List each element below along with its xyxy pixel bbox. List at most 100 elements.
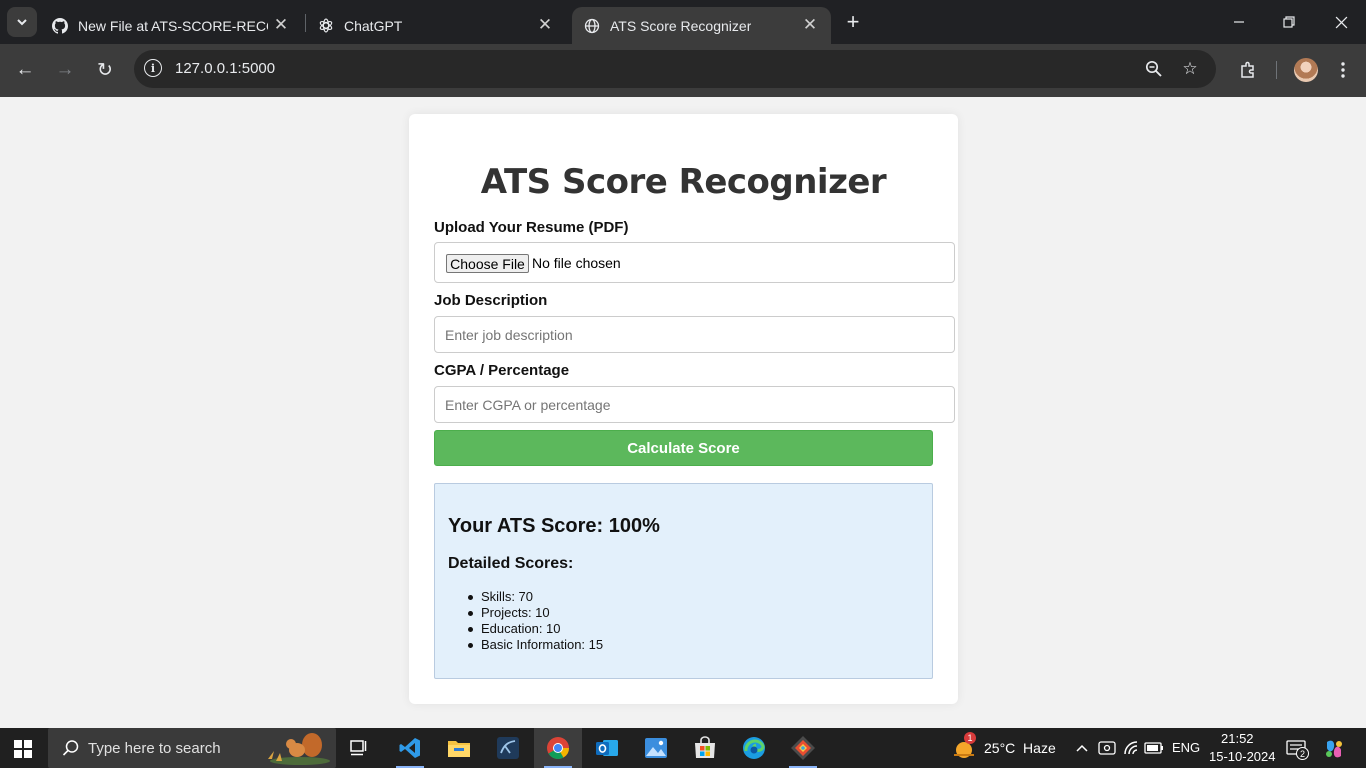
vscode-icon [399,738,420,758]
outlook-icon [596,740,618,756]
list-item: Skills: 70 [448,589,603,605]
new-tab-button[interactable]: + [840,9,866,35]
extensions-icon[interactable] [1234,56,1262,84]
windows-taskbar: Type here to search 1 25°C Haze ENG 21:5… [0,728,1366,768]
tab-github[interactable]: New File at ATS-SCORE-RECOGI ✕ [44,7,302,44]
cgpa-label: CGPA / Percentage [434,362,570,379]
chevron-up-icon[interactable] [1072,738,1092,758]
taskbar-edge[interactable] [730,728,778,768]
restore-icon [1283,16,1295,28]
tab-title: New File at ATS-SCORE-RECOGI [78,17,268,34]
taskbar-git-app[interactable] [779,728,827,768]
minimize-icon [1234,21,1244,23]
job-description-label: Job Description [434,292,548,309]
taskbar-microsoft-store[interactable] [681,728,729,768]
arrow-left-icon: ← [15,59,35,80]
page-title: ATS Score Recognizer [480,162,887,202]
choose-file-button[interactable]: Choose File [446,254,529,273]
taskbar-vscode[interactable] [386,728,434,768]
calculate-score-button[interactable]: Calculate Score [434,430,933,466]
chevron-down-icon [17,19,27,26]
task-view-icon [350,740,367,756]
address-bar[interactable]: i 127.0.0.1:5000 ☆ [134,50,1216,88]
notification-icon[interactable]: 2 [1284,737,1309,761]
close-icon [1335,16,1347,28]
tab-ats-score[interactable]: ATS Score Recognizer ✕ [572,7,831,44]
close-icon[interactable]: ✕ [536,15,554,34]
taskbar-mysql-workbench[interactable] [484,728,532,768]
taskbar-photos[interactable] [632,728,680,768]
task-view-button[interactable] [336,728,384,768]
browser-toolbar: ← → ↻ i 127.0.0.1:5000 ☆ [0,44,1366,97]
clock-date[interactable]: 15-10-2024 [1209,749,1276,764]
search-icon [61,738,81,758]
taskbar-search-box[interactable]: Type here to search [48,728,336,768]
minimize-button[interactable] [1214,0,1264,44]
taskbar-chrome[interactable] [534,728,582,768]
tab-divider [305,14,306,32]
ats-form-card: ATS Score Recognizer Upload Your Resume … [409,114,958,704]
tab-title: ChatGPT [344,17,403,34]
copilot-icon[interactable] [1322,737,1346,761]
upload-label: Upload Your Resume (PDF) [434,219,629,236]
job-description-placeholder: Enter job description [445,327,573,343]
result-panel: Your ATS Score: 100% Detailed Scores: Sk… [434,483,933,679]
close-icon[interactable]: ✕ [272,15,290,34]
github-icon [52,17,68,34]
taskbar-outlook[interactable] [583,728,631,768]
weather-icon[interactable]: 1 [952,732,976,760]
tab-title: ATS Score Recognizer [610,17,752,34]
wifi-icon[interactable] [1122,738,1142,758]
arrow-right-icon: → [55,59,75,80]
tab-chatgpt[interactable]: ChatGPT ✕ [308,7,566,44]
reload-button[interactable]: ↻ [90,55,120,85]
file-status-text: No file chosen [532,255,621,271]
resume-file-input[interactable]: Choose File No file chosen [434,242,955,283]
edge-icon [743,737,765,759]
windows-start-icon[interactable] [14,740,32,758]
weather-badge: 1 [964,732,976,744]
list-item: Basic Information: 15 [448,637,603,653]
detailed-scores-heading: Detailed Scores: [448,555,574,572]
taskbar-search-placeholder: Type here to search [88,740,221,757]
detailed-scores-list: Skills: 70 Projects: 10 Education: 10 Ba… [448,589,603,653]
cgpa-placeholder: Enter CGPA or percentage [445,397,611,413]
squirrel-illustration-icon [268,733,330,765]
globe-icon [584,18,600,34]
folder-icon [448,741,470,757]
photos-icon [645,738,667,758]
bookmark-star-icon[interactable]: ☆ [1179,58,1201,80]
forward-button[interactable]: → [50,55,80,85]
job-description-input[interactable]: Enter job description [434,316,955,353]
cgpa-input[interactable]: Enter CGPA or percentage [434,386,955,423]
language-indicator[interactable]: ENG [1172,740,1200,755]
zoom-icon[interactable] [1143,58,1165,80]
window-close-button[interactable] [1316,0,1366,44]
list-item: Projects: 10 [448,605,603,621]
browser-tab-strip: New File at ATS-SCORE-RECOGI ✕ ChatGPT ✕… [0,0,1366,44]
menu-kebab-icon[interactable] [1329,56,1357,84]
profile-avatar[interactable] [1294,58,1318,82]
reload-icon: ↻ [97,59,113,81]
back-button[interactable]: ← [10,55,40,85]
site-info-icon[interactable]: i [144,59,162,77]
plus-icon: + [846,9,860,34]
notification-badge: 2 [1296,747,1309,760]
toolbar-divider [1276,61,1277,79]
git-app-icon [791,736,815,760]
chrome-icon [547,737,569,759]
ats-score-heading: Your ATS Score: 100% [448,515,660,537]
restore-button[interactable] [1264,0,1314,44]
battery-icon[interactable] [1144,738,1164,758]
taskbar-file-explorer[interactable] [435,728,483,768]
mysql-workbench-icon [497,737,519,759]
url-text[interactable]: 127.0.0.1:5000 [175,60,275,77]
meet-now-icon[interactable] [1097,738,1117,758]
list-item: Education: 10 [448,621,603,637]
close-icon[interactable]: ✕ [801,15,819,34]
weather-text[interactable]: 25°C Haze [984,740,1056,756]
microsoft-store-icon [695,736,715,758]
chatgpt-icon [318,18,334,34]
clock-time[interactable]: 21:52 [1221,731,1254,746]
tab-search-button[interactable] [7,7,37,37]
